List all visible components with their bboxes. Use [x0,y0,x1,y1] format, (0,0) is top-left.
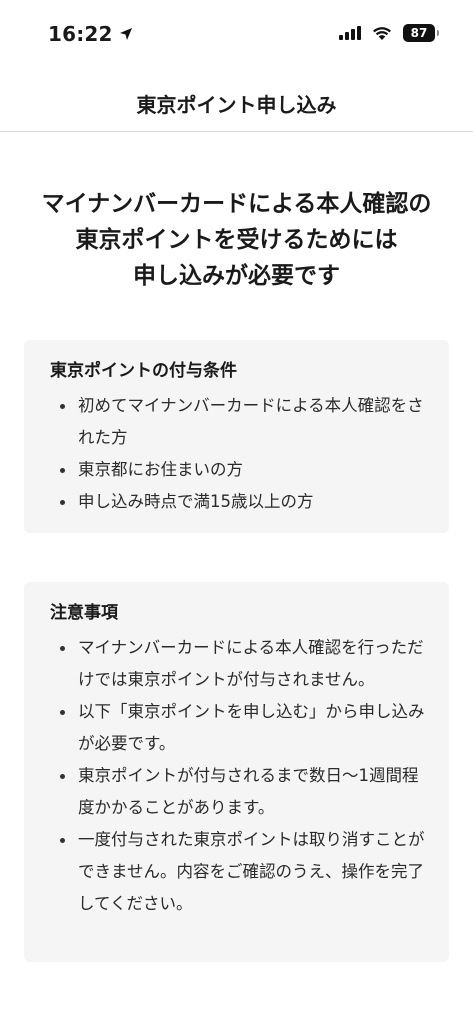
notes-card: 注意事項 マイナンバーカードによる本人確認を行っただけでは東京ポイントが付与され… [24,582,449,962]
notes-list: マイナンバーカードによる本人確認を行っただけでは東京ポイントが付与されません。 … [50,632,431,920]
conditions-list: 初めてマイナンバーカードによる本人確認をされた方 東京都にお住まいの方 申し込み… [50,390,431,518]
wifi-icon [373,27,391,40]
location-arrow-icon [119,28,132,40]
list-item: 初めてマイナンバーカードによる本人確認をされた方 [50,390,431,454]
list-item: マイナンバーカードによる本人確認を行っただけでは東京ポイントが付与されません。 [50,632,431,696]
status-time: 16:22 [48,22,133,46]
heading-line-1: マイナンバーカードによる本人確認の [41,191,432,217]
status-bar: 16:22 87 [0,0,473,66]
page-title: 東京ポイント申し込み [136,93,337,117]
heading-line-3: 申し込みが必要です [133,263,340,289]
battery-level: 87 [410,26,428,40]
conditions-title: 東京ポイントの付与条件 [50,361,237,381]
conditions-card: 東京ポイントの付与条件 初めてマイナンバーカードによる本人確認をされた方 東京都… [24,340,449,533]
battery-icon: 87 [403,24,439,42]
heading-line-2: 東京ポイントを受けるためには [75,227,398,253]
list-item: 以下「東京ポイントを申し込む」から申し込みが必要です。 [50,696,431,760]
list-item: 申し込み時点で満15歳以上の方 [50,486,431,518]
cellular-signal-icon [339,26,361,40]
main-heading: マイナンバーカードによる本人確認の 東京ポイントを受けるためには 申し込みが必要… [0,186,473,294]
list-item: 一度付与された東京ポイントは取り消すことができません。内容をご確認のうえ、操作を… [50,824,431,920]
list-item: 東京都にお住まいの方 [50,454,431,486]
status-time-text: 16:22 [48,22,113,46]
list-item: 東京ポイントが付与されるまで数日〜1週間程度かかることがあります。 [50,760,431,824]
status-indicators: 87 [339,24,439,42]
nav-header: 東京ポイント申し込み [0,76,473,132]
notes-title: 注意事項 [50,603,118,623]
